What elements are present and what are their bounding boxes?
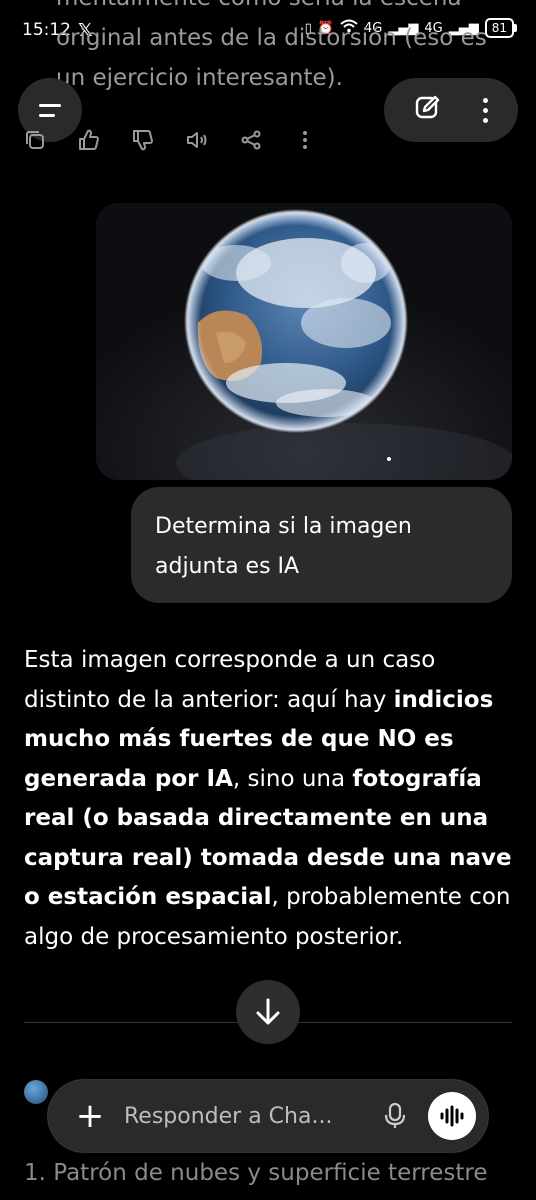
thumbs-down-icon[interactable] <box>130 126 156 154</box>
more-vertical-icon[interactable] <box>292 126 318 154</box>
message-composer: + Responder a Cha... <box>48 1080 488 1152</box>
scroll-down-button[interactable] <box>236 980 300 1044</box>
arrow-down-icon <box>256 998 280 1025</box>
voice-mode-icon <box>440 1105 464 1127</box>
attached-earth-image[interactable] <box>96 203 512 480</box>
share-icon[interactable] <box>238 126 264 154</box>
menu-icon <box>39 103 61 117</box>
thumbs-up-icon[interactable] <box>76 126 102 154</box>
answer-text: , sino una <box>232 765 353 792</box>
answer-text: Esta imagen corresponde a un caso distin… <box>24 647 436 713</box>
header-actions <box>384 78 518 142</box>
mic-icon[interactable] <box>380 1102 410 1130</box>
more-icon[interactable] <box>482 97 488 123</box>
earth-photo <box>96 203 512 480</box>
user-message-bubble: Determina si la imagen adjunta es IA <box>131 487 512 603</box>
edit-icon[interactable] <box>414 94 442 126</box>
section-heading-fragment: 1. Patrón de nubes y superficie terrestr… <box>24 1160 488 1186</box>
composer-input[interactable]: Responder a Cha... <box>124 1104 380 1129</box>
voice-mode-button[interactable] <box>428 1092 476 1140</box>
globe-icon <box>24 1080 48 1104</box>
assistant-answer: Esta imagen corresponde a un caso distin… <box>24 641 520 957</box>
plus-icon[interactable]: + <box>70 1099 110 1133</box>
message-actions <box>22 126 318 154</box>
read-aloud-icon[interactable] <box>184 126 210 154</box>
copy-icon[interactable] <box>22 126 48 154</box>
